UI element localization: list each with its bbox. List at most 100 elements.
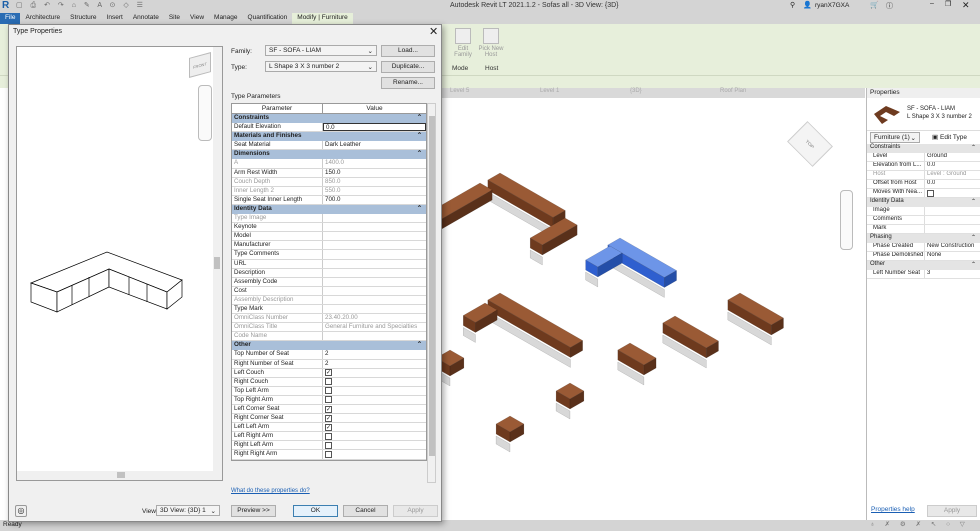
instance-filter-dropdown[interactable]: Furniture (1) ⌄ [870, 132, 920, 143]
tab-quantification[interactable]: Quantification [243, 13, 293, 24]
parameter-checkbox[interactable]: ✓ [325, 369, 332, 377]
group-header[interactable]: Other ⌃ [232, 341, 426, 351]
parameter-checkbox[interactable] [325, 441, 332, 449]
sofa[interactable] [487, 292, 584, 368]
close-app-icon[interactable]: ✕ [962, 0, 970, 11]
property-value[interactable]: 0.0 [927, 180, 935, 186]
parameter-checkbox[interactable]: ✓ [325, 423, 332, 431]
close-icon[interactable]: ✕ [429, 25, 438, 38]
property-value[interactable]: New Construction [927, 243, 974, 249]
parameter-value[interactable]: 150.0 [325, 169, 340, 176]
parameter-checkbox[interactable] [325, 432, 332, 440]
parameter-value[interactable]: 700.0 [325, 196, 340, 203]
property-value[interactable]: 3 [927, 270, 930, 276]
preview-pane[interactable]: FRONT [16, 46, 223, 481]
tab-structure[interactable]: Structure [65, 13, 101, 24]
armchair[interactable] [555, 382, 585, 420]
search-icon[interactable]: ⚲ [790, 1, 795, 9]
pick-new-host-button[interactable]: Pick New Host [478, 26, 504, 58]
tab-site[interactable]: Site [164, 13, 185, 24]
preview-scrollbar[interactable] [213, 47, 222, 480]
view-dropdown[interactable]: 3D View: {3D} 1 ⌄ [156, 505, 220, 516]
table-scrollbar[interactable] [427, 103, 436, 483]
parameter-checkbox[interactable] [325, 387, 332, 395]
group-header[interactable]: Identity Data ⌃ [232, 204, 426, 215]
armchair[interactable] [495, 415, 525, 453]
parameter-checkbox[interactable] [325, 396, 332, 404]
group-header[interactable]: Dimensions ⌃ [232, 150, 426, 160]
parameter-checkbox[interactable]: ✓ [325, 414, 332, 422]
minimize-icon[interactable]: – [930, 0, 934, 7]
group-header[interactable]: Identity Data ⌃ [867, 198, 980, 207]
group-header[interactable]: Phasing ⌃ [867, 234, 980, 243]
preview-button[interactable]: Preview >> [231, 505, 276, 517]
help-icon[interactable]: ⓘ [886, 1, 893, 11]
type-selector[interactable]: SF - SOFA - LIAM L Shape 3 X 3 number 2 [867, 98, 980, 131]
tab-architecture[interactable]: Architecture [20, 13, 65, 24]
properties-help[interactable]: Properties help [871, 506, 915, 513]
group-header[interactable]: Constraints ⌃ [232, 114, 426, 124]
selected-sofa[interactable] [607, 237, 677, 298]
family-dropdown[interactable]: SF - SOFA - LIAM ⌄ [265, 45, 377, 56]
apply-button[interactable]: Apply [393, 505, 438, 517]
preview-hscrollbar[interactable] [17, 471, 213, 480]
group-header[interactable]: Constraints ⌃ [867, 144, 980, 153]
property-checkbox[interactable] [927, 189, 934, 197]
ok-button[interactable]: OK [293, 505, 338, 517]
sofa[interactable] [727, 292, 784, 346]
view-tab[interactable]: Roof Plan [720, 88, 780, 98]
property-value[interactable]: None [927, 252, 941, 258]
property-value[interactable]: Ground [927, 153, 947, 159]
type-dropdown[interactable]: L Shape 3 X 3 number 2 ⌄ [265, 61, 377, 72]
view-tab[interactable]: Level 5 [450, 88, 510, 98]
properties-apply-button[interactable]: Apply [927, 505, 977, 517]
duplicate-button[interactable]: Duplicate... [381, 61, 435, 73]
properties-help-link[interactable]: What do these properties do? [231, 488, 310, 494]
tab-view[interactable]: View [185, 13, 209, 24]
preview-nav-bar[interactable] [198, 85, 212, 141]
restore-icon[interactable]: ❐ [945, 0, 951, 8]
steering-wheel-icon[interactable]: ◎ [15, 505, 27, 517]
collapse-icon[interactable]: ⌃ [417, 114, 422, 123]
collapse-icon[interactable]: ⌃ [417, 341, 422, 350]
tab-manage[interactable]: Manage [209, 13, 243, 24]
collapse-icon[interactable]: ⌃ [417, 132, 422, 141]
3d-view-canvas[interactable]: TOP [427, 98, 865, 520]
tab-annotate[interactable]: Annotate [128, 13, 164, 24]
sofa[interactable] [462, 302, 498, 343]
collapse-icon[interactable]: ⌃ [417, 150, 422, 159]
rename-button[interactable]: Rename... [381, 77, 435, 89]
tab-modify-furniture[interactable]: Modify | Furniture [292, 13, 353, 24]
collapse-icon[interactable]: ⌃ [417, 205, 422, 214]
tab-file[interactable]: File [0, 13, 21, 24]
parameter-value[interactable]: Dark Leather [325, 141, 361, 148]
parameter-checkbox[interactable]: ✓ [325, 405, 332, 413]
collapse-icon[interactable]: ⌃ [971, 144, 976, 153]
group-header[interactable]: Other ⌃ [867, 261, 980, 270]
cancel-button[interactable]: Cancel [343, 505, 388, 517]
properties-help-link[interactable]: Properties help [871, 506, 915, 513]
sofa[interactable] [617, 342, 657, 386]
revit-logo-icon[interactable]: R [2, 0, 9, 11]
sofa[interactable] [427, 182, 493, 241]
tab-insert[interactable]: Insert [102, 13, 128, 24]
collapse-icon[interactable]: ⌃ [971, 198, 976, 207]
navigation-bar[interactable] [840, 190, 853, 250]
parameter-value[interactable]: 2 [325, 360, 328, 367]
user-icon[interactable]: 👤 [803, 1, 812, 9]
group-header[interactable]: Materials and Finishes ⌃ [232, 132, 426, 142]
parameter-value[interactable]: 0.0 [326, 124, 335, 130]
collapse-icon[interactable]: ⌃ [971, 261, 976, 270]
edit-family-button[interactable]: Edit Family [450, 26, 476, 58]
parameter-checkbox[interactable] [325, 378, 332, 386]
view-tab[interactable]: Level 1 [540, 88, 600, 98]
load-button[interactable]: Load... [381, 45, 435, 57]
selection-filter-icons[interactable]: ♁ ✗ ⚙ ✗ ↖ ○ ▽ [870, 520, 969, 528]
armchair[interactable] [435, 349, 465, 387]
collapse-icon[interactable]: ⌃ [971, 234, 976, 243]
view-tab[interactable]: {3D} [630, 88, 690, 98]
quick-access-toolbar-icon[interactable]: ▢ ⎙ ↶ ↷ ⌂ ✎ A ⊙ ◇ ☰ [16, 1, 146, 10]
parameter-checkbox[interactable] [325, 450, 332, 458]
parameter-value[interactable]: 2 [325, 350, 328, 357]
user-name[interactable]: ryanX7GXA [815, 2, 849, 9]
